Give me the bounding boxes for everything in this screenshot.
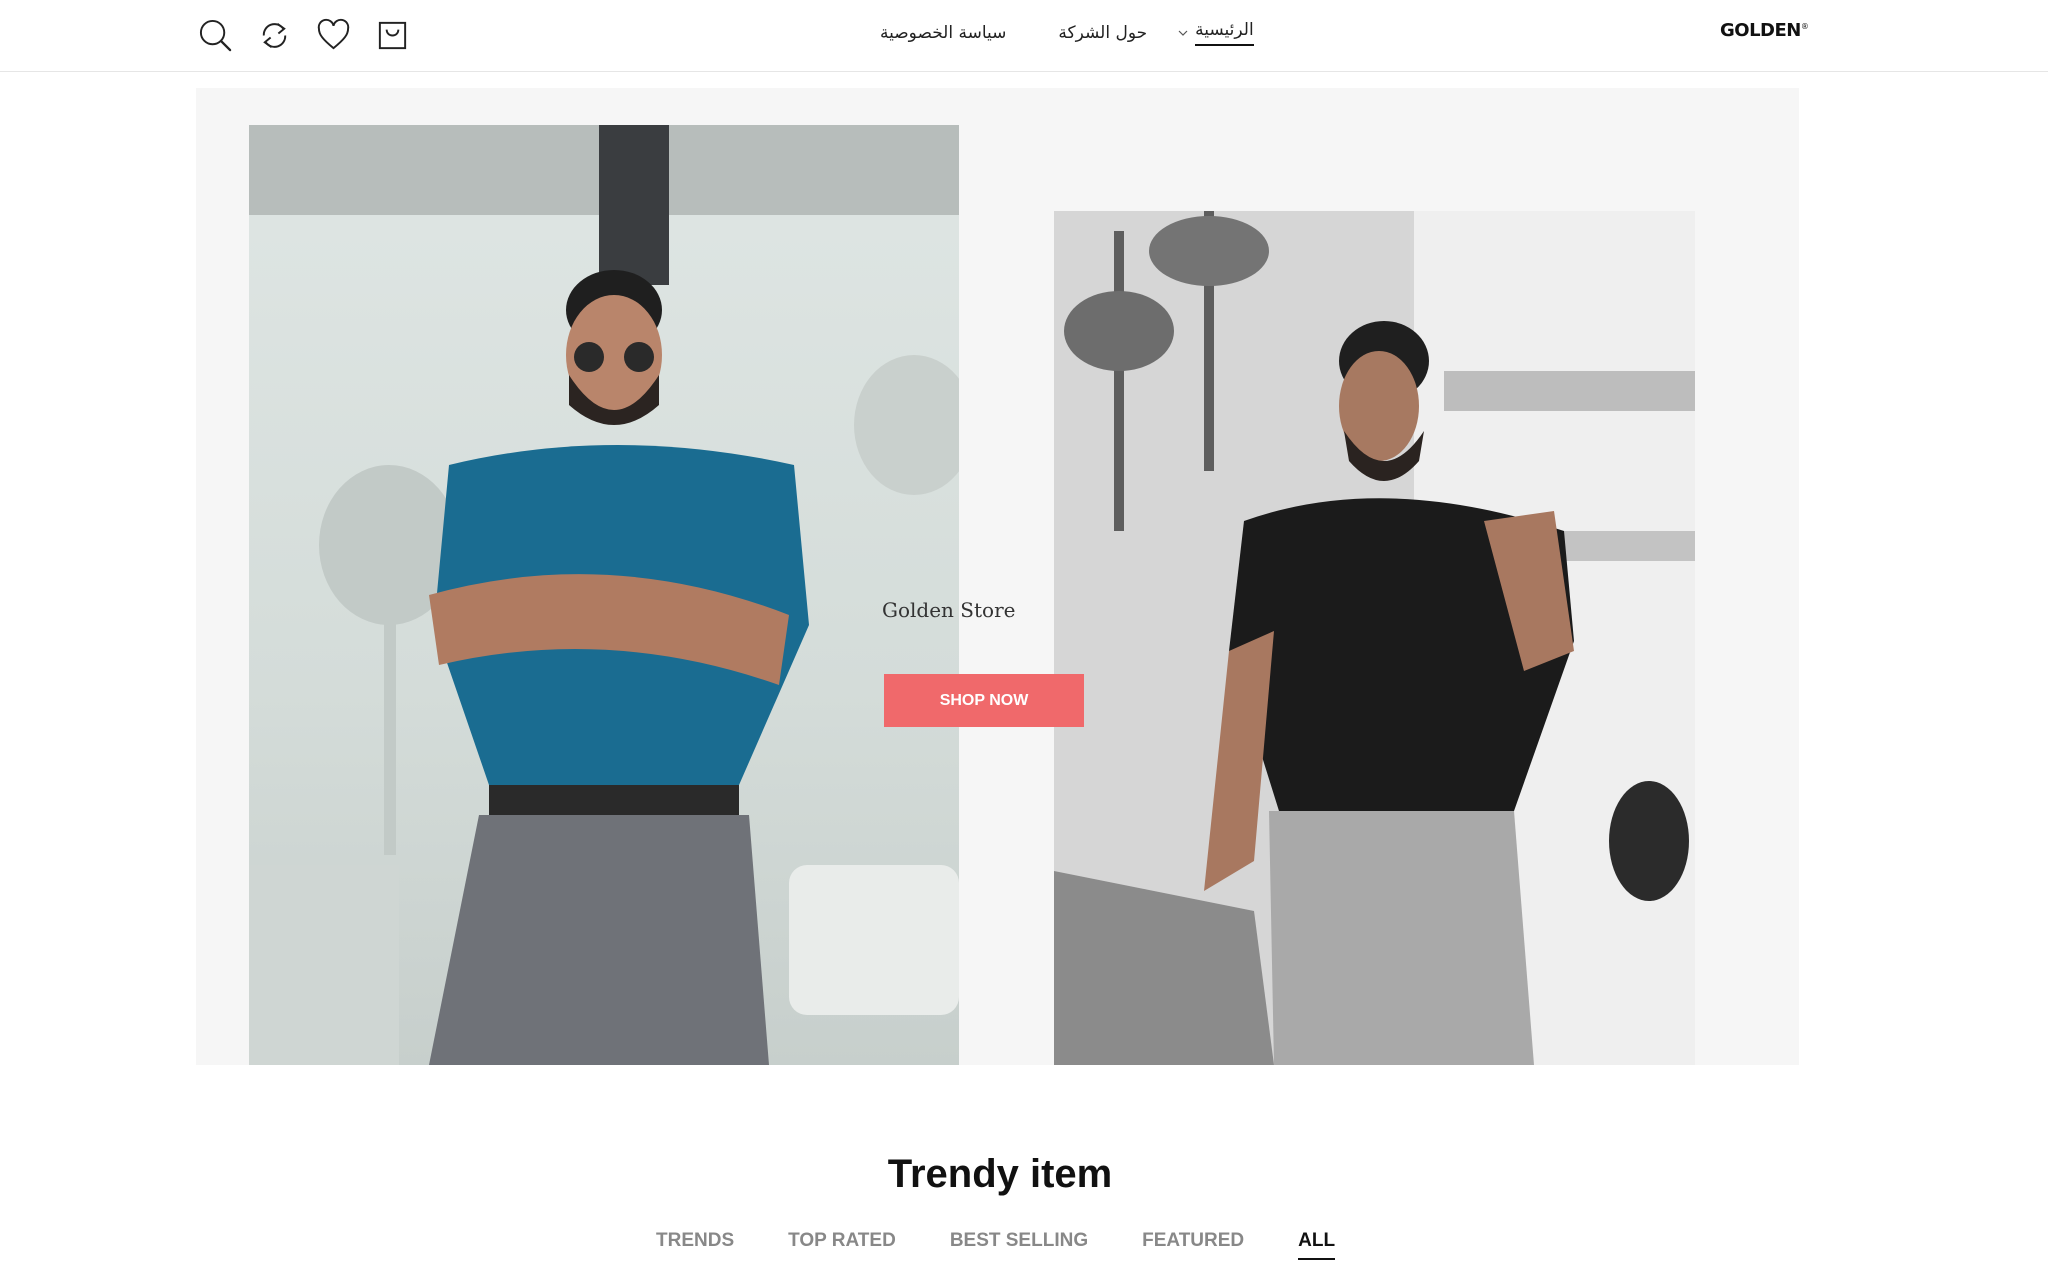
hero-banner: Golden Store SHOP NOW <box>196 88 1799 1065</box>
section-title: Trendy item <box>887 1152 1113 1196</box>
tab-all[interactable]: ALL <box>1298 1230 1335 1260</box>
logo-registered-mark: ® <box>1800 22 1809 31</box>
wishlist-icon[interactable] <box>316 17 351 53</box>
site-logo[interactable]: GOLDEN® <box>1720 20 1809 41</box>
store-name: Golden Store <box>882 598 1016 622</box>
tab-featured[interactable]: FEATURED <box>1142 1230 1244 1260</box>
main-nav: سياسة الخصوصية حول الشركة الرئيسية <box>880 20 1254 46</box>
hero-image-left <box>249 125 959 1065</box>
product-tabs: TRENDS TOP RATED BEST SELLING FEATURED A… <box>656 1230 1335 1260</box>
cart-icon[interactable] <box>375 17 410 53</box>
logo-text: GOLDEN <box>1720 20 1801 41</box>
search-icon[interactable] <box>198 17 233 53</box>
compare-icon[interactable] <box>257 17 292 53</box>
nav-privacy-policy[interactable]: سياسة الخصوصية <box>880 23 1006 43</box>
chevron-down-icon[interactable] <box>1177 27 1189 39</box>
hero-image-right <box>1054 211 1695 1065</box>
nav-about-company[interactable]: حول الشركة <box>1058 23 1147 43</box>
nav-home[interactable]: الرئيسية <box>1195 20 1254 46</box>
tab-top-rated[interactable]: TOP RATED <box>788 1230 896 1260</box>
tab-best-selling[interactable]: BEST SELLING <box>950 1230 1088 1260</box>
site-header: سياسة الخصوصية حول الشركة الرئيسية GOLDE… <box>0 0 2048 72</box>
tab-trends[interactable]: TRENDS <box>656 1230 734 1260</box>
nav-home-group: الرئيسية <box>1177 20 1254 46</box>
header-icons <box>198 17 410 53</box>
shop-now-button[interactable]: SHOP NOW <box>884 674 1084 727</box>
